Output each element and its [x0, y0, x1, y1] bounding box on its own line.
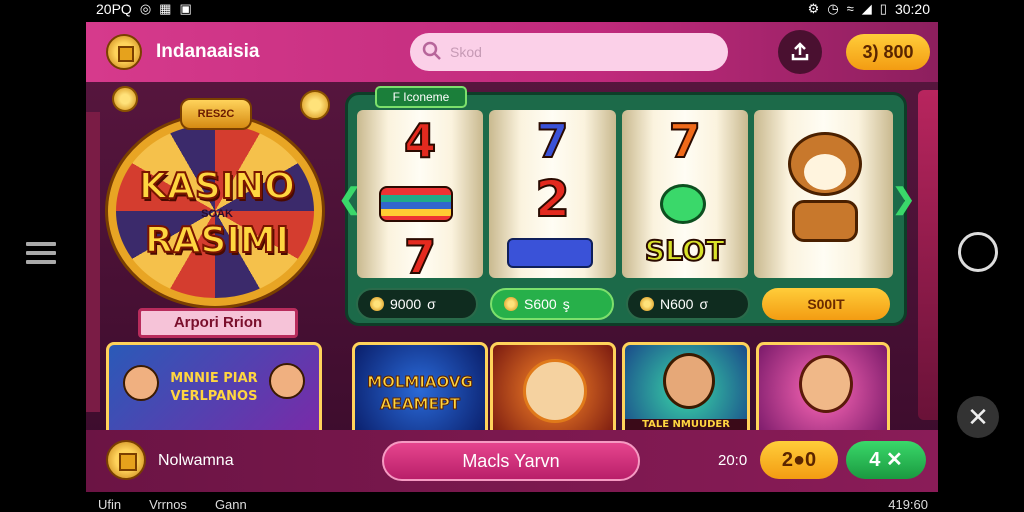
- sys-right-label: 419:60: [888, 497, 928, 512]
- spin-button[interactable]: S00IT: [762, 288, 890, 320]
- bet-suffix: σ: [427, 296, 436, 312]
- coin-icon: [112, 86, 138, 112]
- sys-item[interactable]: Gann: [215, 497, 247, 512]
- home-button[interactable]: [958, 232, 998, 272]
- score-label: 20:0: [718, 452, 748, 469]
- battery-icon: ▯: [879, 1, 887, 16]
- coins-button[interactable]: 2●0: [760, 441, 838, 479]
- coin-icon: [300, 90, 330, 120]
- game-card-2[interactable]: MOLMIAOVG AEAMEPT: [352, 342, 488, 438]
- reel-symbol: 7: [535, 113, 569, 169]
- slot-tag: F Iconeme: [375, 86, 467, 108]
- game-card-subtitle: AEAMEPT: [380, 395, 461, 414]
- logo-coin-icon: [106, 34, 142, 70]
- app-title: Indanaaisia: [156, 41, 260, 62]
- share-icon: [791, 42, 809, 61]
- casino-app: Indanaaisia Skod 3) 800 RES2C KASINO SOA…: [86, 22, 938, 492]
- bear-body: [792, 200, 859, 242]
- game-card-3[interactable]: [490, 342, 616, 438]
- bet-suffix: ş: [562, 296, 570, 312]
- game-card-title: MNNIE PIAR: [170, 371, 258, 386]
- coin-balance-button[interactable]: 3) 800: [846, 34, 930, 70]
- reel-2: 7 2: [489, 110, 616, 278]
- sys-item[interactable]: Vrrnos: [149, 497, 187, 512]
- search-input[interactable]: Skod: [410, 33, 728, 71]
- coin-icon: [504, 297, 518, 311]
- profile-coin-icon[interactable]: [106, 440, 146, 480]
- alarm-icon: ◷: [827, 1, 839, 16]
- bet-value: N600: [660, 296, 694, 312]
- game-card-4[interactable]: TALE NMUUDER: [622, 342, 750, 438]
- left-decor: [86, 112, 100, 412]
- promo-title-line1: KASINO: [138, 165, 296, 208]
- character-face-icon: [799, 355, 853, 413]
- grid-icon: ▦: [159, 1, 172, 16]
- game-card-subtitle: VERLPANOS: [170, 389, 258, 404]
- system-bar: Ufin Vrrnos Gann 419:60: [0, 496, 1024, 512]
- reel-symbol: 7: [403, 229, 437, 278]
- status-time-left: 20PQ: [96, 1, 132, 17]
- reel-3: 7 SLOT: [621, 110, 749, 278]
- game-card-5[interactable]: [756, 342, 890, 438]
- image-icon: ▣: [179, 1, 192, 16]
- game-card-1[interactable]: MNNIE PIAR VERLPANOS: [106, 342, 322, 438]
- gear-icon: ⚙: [807, 1, 820, 16]
- chevron-left-icon[interactable]: ❮: [338, 182, 361, 222]
- signal-icon: ◢: [861, 1, 872, 16]
- promo-banner-label: Arpori Rrion: [138, 308, 298, 338]
- reel-4: [754, 110, 893, 278]
- game-card-title: TALE NMUUDER: [625, 419, 747, 430]
- right-decor: [918, 90, 938, 420]
- leaf-icon: [507, 238, 594, 268]
- bet-option-2[interactable]: S600 ş: [490, 288, 614, 320]
- wifi-icon: ≈: [846, 1, 854, 16]
- chevron-right-icon[interactable]: ❯: [892, 182, 915, 222]
- play-button[interactable]: Macls Yarvn: [382, 441, 640, 481]
- app-footer: Nolwamna Macls Yarvn 20:0 2●0 4 ✕: [86, 430, 938, 492]
- coin-icon: [640, 297, 654, 311]
- bet-value: S600: [524, 296, 557, 312]
- wheel-top-badge: RES2C: [180, 98, 252, 130]
- bet-row: 9000 σ S600 ş N600 σ S00IT: [356, 288, 892, 320]
- share-button[interactable]: [778, 30, 822, 74]
- reel-symbol: 2: [534, 169, 571, 229]
- lion-character-icon: [523, 359, 587, 423]
- status-time-right: 30:20: [894, 1, 930, 17]
- reel-symbol: 4: [403, 113, 437, 169]
- bet-option-1[interactable]: 9000 σ: [356, 288, 478, 320]
- search-icon: [422, 41, 441, 60]
- bear-face: [804, 154, 847, 190]
- gems-button[interactable]: 4 ✕: [846, 441, 926, 479]
- slot-logo-text: SLOT: [644, 233, 726, 268]
- player-name: Nolwamna: [158, 452, 234, 469]
- bet-value: 9000: [390, 296, 422, 312]
- promo-subtitle: SOAK: [201, 208, 233, 220]
- leaf-icon: [659, 184, 706, 224]
- phone-screen: 20PQ ◎ ▦ ▣ ⚙ ◷ ≈ ◢ ▯ 30:20 ✕ Indanaaisia: [0, 0, 1024, 512]
- game-card-title: MOLMIAOVG: [367, 373, 474, 392]
- slot-reels: 4 7 7 2 7 SLOT: [357, 110, 893, 278]
- chip-stack-icon: [379, 186, 453, 222]
- reel-symbol: 7: [668, 113, 702, 169]
- close-icon[interactable]: ✕: [957, 396, 999, 438]
- whatsapp-icon: ◎: [139, 1, 152, 16]
- bet-suffix: σ: [699, 296, 709, 312]
- hamburger-menu-icon[interactable]: [26, 242, 56, 266]
- app-header: Indanaaisia Skod 3) 800: [86, 22, 938, 82]
- promo-wheel-banner[interactable]: RES2C KASINO SOAK RASIMI Arpori Rrion: [100, 84, 334, 338]
- character-face-icon: [663, 353, 715, 409]
- bet-option-3[interactable]: N600 σ: [626, 288, 750, 320]
- reel-1: 4 7: [357, 110, 484, 278]
- coin-icon: [370, 297, 384, 311]
- status-bar: 20PQ ◎ ▦ ▣ ⚙ ◷ ≈ ◢ ▯ 30:20: [0, 0, 1024, 20]
- search-placeholder: Skod: [450, 44, 482, 60]
- promo-title-line2: RASIMI: [144, 219, 290, 262]
- sys-item[interactable]: Ufin: [98, 497, 121, 512]
